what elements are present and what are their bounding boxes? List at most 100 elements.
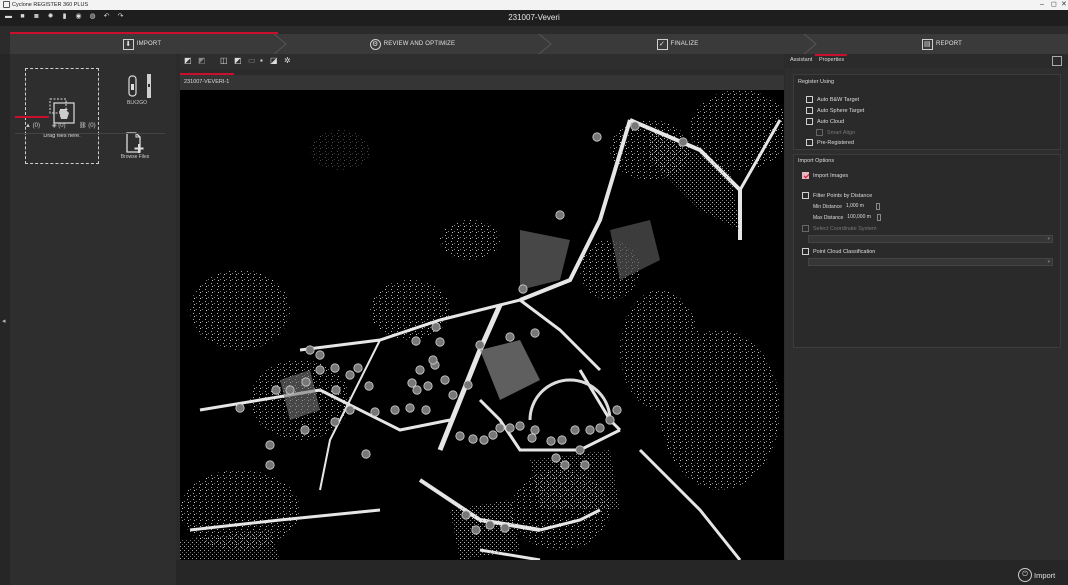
scan-position-marker[interactable] [678,137,688,147]
browse-files-icon[interactable] [125,132,145,154]
close-button[interactable]: ✕ [1061,0,1067,10]
min-distance-spinner[interactable] [875,203,880,210]
tab-properties[interactable]: Properties [819,57,844,63]
scan-position-marker[interactable] [305,345,315,355]
tab-assistant[interactable]: Assistant [790,57,812,63]
deselect-tool-icon[interactable]: ◩ [198,57,206,65]
max-distance-spinner[interactable] [877,214,882,221]
maximize-button[interactable]: ◻ [1051,0,1057,10]
scan-position-marker[interactable] [530,425,540,435]
link-view-icon[interactable]: ◫ [220,57,228,65]
scan-position-marker[interactable] [500,523,510,533]
scan-position-marker[interactable] [527,433,537,443]
scan-position-marker[interactable] [475,340,485,350]
collapse-left-icon[interactable]: ◂ [2,317,6,325]
pre-registered-checkbox[interactable]: Pre-Registered [806,139,854,146]
scan-position-marker[interactable] [361,449,371,459]
view-tab[interactable]: 231007-VEVERI-1 [180,75,784,90]
blk2go-device-icon[interactable] [125,72,155,100]
scan-position-marker[interactable] [411,336,421,346]
scan-position-marker[interactable] [592,132,602,142]
scan-position-marker[interactable] [315,350,325,360]
scan-position-marker[interactable] [461,510,471,520]
bookmark-icon[interactable]: ◪ [270,57,278,65]
scan-position-marker[interactable] [495,423,505,433]
scan-position-marker[interactable] [353,363,363,373]
scan-position-marker[interactable] [557,435,567,445]
point-cloud-canvas[interactable] [180,90,784,560]
compare-view-icon[interactable]: ◩ [234,57,242,65]
scan-position-marker[interactable] [364,381,374,391]
scan-position-marker[interactable] [463,380,473,390]
scan-position-marker[interactable] [585,425,595,435]
auto-cloud-checkbox[interactable]: Auto Cloud [806,118,844,125]
scan-position-marker[interactable] [448,390,458,400]
scan-position-marker[interactable] [551,453,561,463]
auto-bw-target-checkbox[interactable]: Auto B&W Target [806,96,859,103]
scan-position-marker[interactable] [285,385,295,395]
scan-position-marker[interactable] [455,431,465,441]
scan-position-marker[interactable] [505,423,515,433]
scan-position-marker[interactable] [468,434,478,444]
tab-links[interactable]: ⛓ (0) [79,119,96,133]
scan-position-marker[interactable] [530,328,540,338]
scan-position-marker[interactable] [546,436,556,446]
scan-position-marker[interactable] [300,425,310,435]
minimize-button[interactable]: – [1040,0,1044,10]
point-cloud-view[interactable] [180,90,784,560]
scan-position-marker[interactable] [431,322,441,332]
classification-dropdown[interactable]: ▾ [808,258,1053,266]
scan-position-marker[interactable] [471,525,481,535]
classification-checkbox[interactable]: Point Cloud Classification [802,248,875,255]
step-report[interactable]: ▤ REPORT [816,34,1068,54]
scan-position-marker[interactable] [518,284,528,294]
scan-position-marker[interactable] [331,385,341,395]
import-button[interactable]: ⏻ Import [1018,566,1066,584]
layout-icon[interactable]: ▭ [248,57,256,65]
scan-position-marker[interactable] [370,407,380,417]
coordinate-system-dropdown[interactable]: ▾ [808,235,1053,243]
scan-position-marker[interactable] [580,460,590,470]
screenshot-icon[interactable]: ▪ [260,57,263,65]
scan-position-marker[interactable] [612,405,622,415]
scan-position-marker[interactable] [271,385,281,395]
scan-position-marker[interactable] [515,421,525,431]
scan-position-marker[interactable] [479,435,489,445]
coordinate-system-checkbox[interactable]: Select Coordinate System [802,225,877,232]
step-review[interactable]: ⚙ REVIEW AND OPTIMIZE [286,34,539,54]
scan-position-marker[interactable] [330,363,340,373]
step-finalize[interactable]: ✓ FINALIZE [551,34,804,54]
scan-position-marker[interactable] [560,460,570,470]
panel-layout-icon[interactable] [1052,56,1062,66]
select-tool-icon[interactable]: ◩ [184,57,192,65]
tab-warnings[interactable]: ▲ (0) [25,119,40,133]
scan-position-marker[interactable] [488,430,498,440]
scan-position-marker[interactable] [235,403,245,413]
step-import[interactable]: ⬇ IMPORT [10,34,274,54]
scan-position-marker[interactable] [405,403,415,413]
scan-position-marker[interactable] [435,337,445,347]
scan-position-marker[interactable] [570,425,580,435]
min-distance-input[interactable]: 1,000 m [845,203,874,210]
scan-position-marker[interactable] [315,365,325,375]
scan-position-marker[interactable] [407,378,417,388]
smart-align-checkbox[interactable]: Smart Align [816,129,855,136]
scan-position-marker[interactable] [265,440,275,450]
scan-position-marker[interactable] [345,405,355,415]
scan-position-marker[interactable] [605,415,615,425]
scan-position-marker[interactable] [505,332,515,342]
scan-position-marker[interactable] [345,370,355,380]
scan-position-marker[interactable] [421,405,431,415]
scan-position-marker[interactable] [415,365,425,375]
scan-position-marker[interactable] [630,121,640,131]
tab-images[interactable]: ◈ (0) [52,119,66,133]
scan-position-marker[interactable] [428,355,438,365]
filter-points-checkbox[interactable]: Filter Points by Distance [802,192,872,199]
scan-position-marker[interactable] [265,460,275,470]
scan-position-marker[interactable] [423,381,433,391]
scan-position-marker[interactable] [575,445,585,455]
scan-position-marker[interactable] [595,423,605,433]
scan-position-marker[interactable] [555,210,565,220]
scan-position-marker[interactable] [330,417,340,427]
scan-position-marker[interactable] [440,375,450,385]
